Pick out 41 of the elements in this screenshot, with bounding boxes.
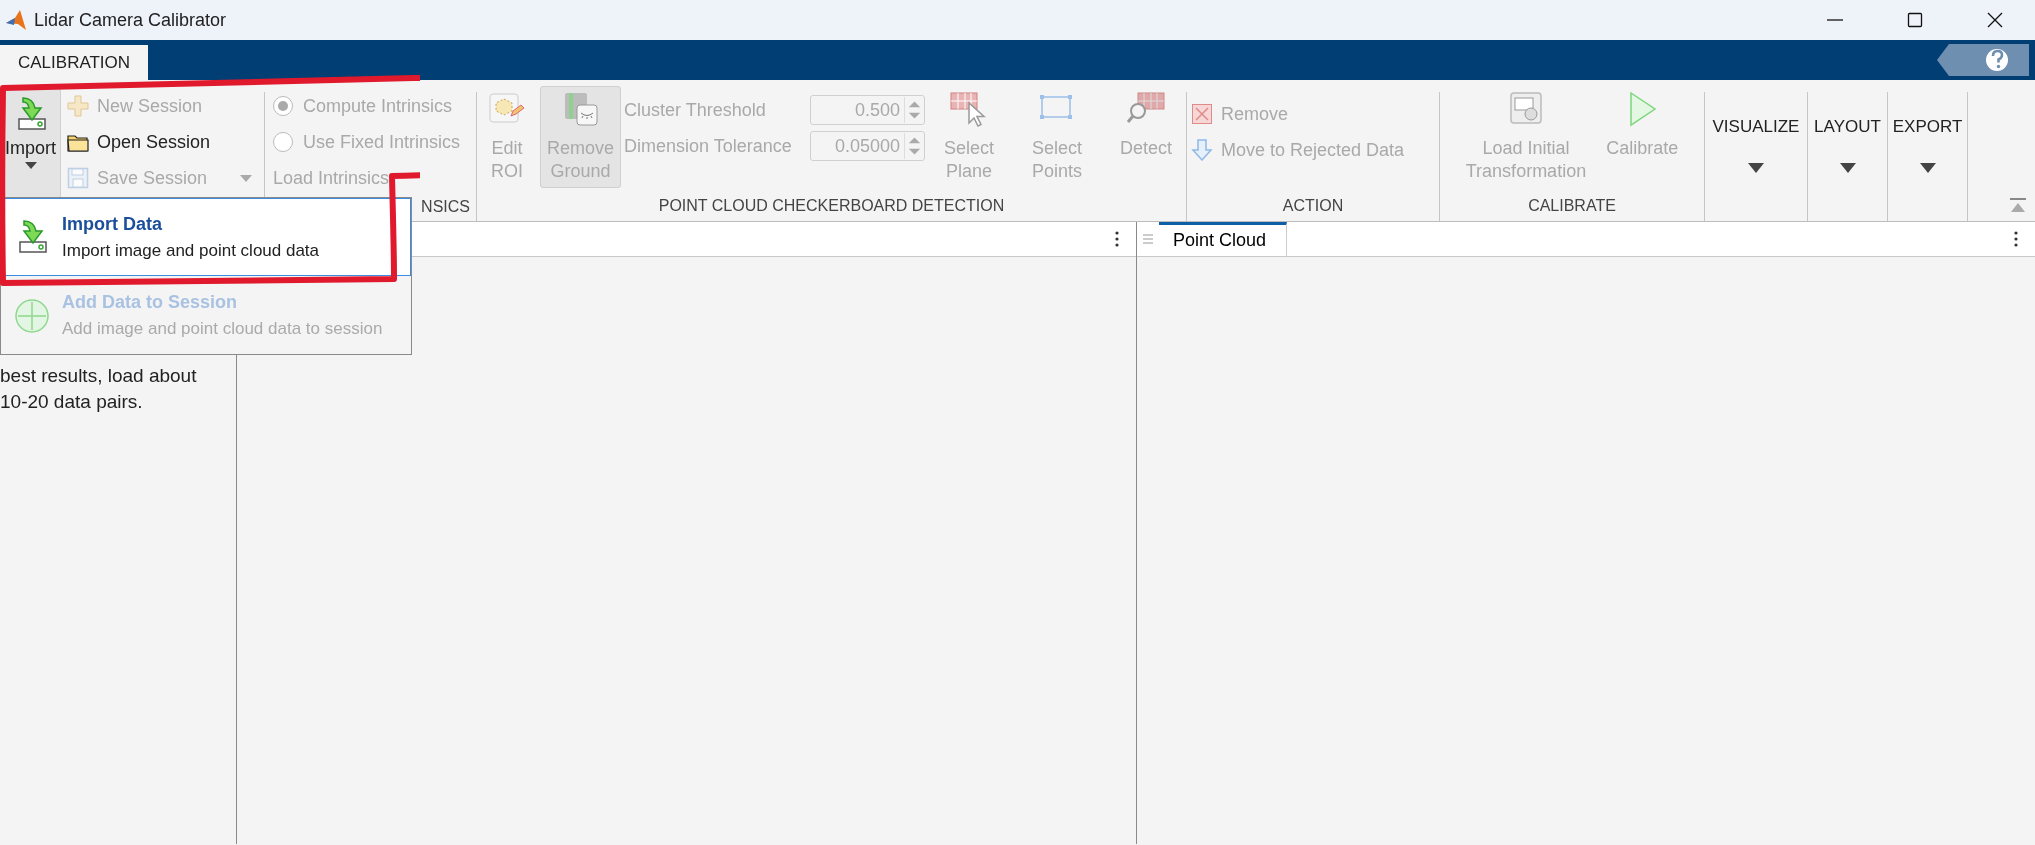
add-icon bbox=[12, 296, 52, 334]
caret-icon bbox=[1918, 161, 1937, 174]
app-logo-icon bbox=[4, 8, 28, 32]
close-icon bbox=[1987, 12, 2003, 28]
remove-icon bbox=[1191, 103, 1213, 125]
dropdown-menu-button[interactable]: EXPORT bbox=[1888, 92, 1967, 175]
menu-item-description: Import image and point cloud data bbox=[62, 239, 320, 262]
ribbon-tab[interactable]: CALIBRATION bbox=[0, 45, 149, 80]
section-label: ACTION bbox=[1282, 196, 1344, 216]
menu-item-title: Import Data bbox=[62, 212, 163, 236]
section-label: CALIBRATE bbox=[1528, 196, 1616, 216]
dropdown-menu-button[interactable]: VISUALIZE bbox=[1705, 92, 1807, 175]
caret-icon bbox=[23, 160, 38, 170]
load-intrinsics-label: Load Intrinsics bbox=[272, 166, 391, 190]
section-label: NSICS bbox=[421, 197, 470, 217]
help-button[interactable] bbox=[1937, 44, 2029, 76]
more-options-icon bbox=[1114, 230, 1120, 248]
more-options-button[interactable] bbox=[1114, 230, 1120, 248]
section-label: POINT CLOUD CHECKERBOARD DETECTION bbox=[658, 196, 1005, 216]
field-label: Cluster Threshold bbox=[624, 98, 767, 122]
session-button[interactable]: Open Session bbox=[63, 128, 258, 156]
dropdown-menu-button[interactable]: LAYOUT bbox=[1808, 92, 1887, 175]
maximize-icon bbox=[1907, 12, 1923, 28]
grip-icon bbox=[1143, 232, 1153, 246]
help-text: best results, load about 10-20 data pairs. bbox=[0, 364, 198, 414]
help-icon bbox=[1937, 44, 2029, 76]
caret-icon bbox=[1747, 161, 1765, 174]
save-icon bbox=[67, 167, 89, 189]
more-options-button[interactable] bbox=[2013, 230, 2019, 248]
collapse-icon bbox=[2009, 197, 2027, 213]
menu-item-description: Add image and point cloud data to session bbox=[62, 317, 383, 340]
field-label: Dimension Tolerance bbox=[624, 134, 793, 158]
down-arrow-icon bbox=[1191, 139, 1213, 161]
menu-item-title: Add Data to Session bbox=[62, 290, 239, 314]
caret-icon bbox=[1838, 161, 1857, 174]
plus-icon bbox=[67, 95, 89, 117]
caret-icon bbox=[239, 173, 254, 183]
minimize-icon bbox=[1827, 19, 1843, 21]
panel-tab[interactable]: Point Cloud bbox=[1159, 222, 1288, 256]
more-options-icon bbox=[2013, 230, 2019, 248]
window-title: Lidar Camera Calibrator bbox=[34, 8, 227, 32]
